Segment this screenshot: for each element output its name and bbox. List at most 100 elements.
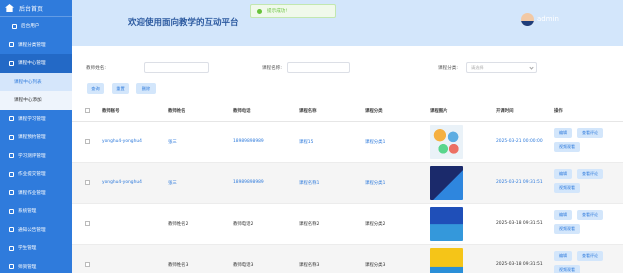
column-header: 教师电话 <box>233 109 251 114</box>
success-toast: 提示成功! <box>250 4 336 18</box>
edit-button[interactable]: 编辑 <box>554 169 572 179</box>
sidebar-item-evaluation[interactable]: 学习测评管理 <box>0 147 72 166</box>
search-panel: 教师姓名: 课程名称: 课程分类: 请选择 查询 重置 删除 <box>72 46 623 100</box>
sidebar-item-course-center[interactable]: 课程中心管理 <box>0 54 72 73</box>
sidebar-item-label: 课程作业管理 <box>18 190 46 196</box>
sidebar-subitem-course-list[interactable]: 课程中心列表 <box>0 72 72 91</box>
cell-teacher-name: 张三 <box>168 140 177 145</box>
app-root: 后台首页 后台用户 课程分类管理 课程中心管理 课程中心列表 课程中心添加 课程… <box>0 0 623 273</box>
query-button[interactable]: 查询 <box>87 83 104 94</box>
view-review-button[interactable]: 查看评论 <box>577 210 603 220</box>
sidebar-item-label: 课程中心管理 <box>18 61 46 67</box>
row-checkbox[interactable] <box>85 180 90 185</box>
course-image <box>430 248 463 273</box>
cell-start-time: 2025-03-21 09:31:51 <box>496 180 543 185</box>
sidebar-item-label: 学生管理 <box>18 246 37 252</box>
table-row: 教师姓名2 教师电话2 课程名称2 课程分类2 2025-03-18 09:31… <box>72 204 623 245</box>
course-image <box>430 207 463 241</box>
column-header: 开课时间 <box>496 109 514 114</box>
username[interactable]: admin <box>537 15 559 23</box>
course-image <box>430 125 463 159</box>
row-checkbox[interactable] <box>85 139 90 144</box>
table-row: 教师姓名3 教师电话3 课程名称3 课程分类3 2025-03-18 09:31… <box>72 245 623 273</box>
edit-button[interactable]: 编辑 <box>554 210 572 220</box>
edit-button[interactable]: 编辑 <box>554 128 572 138</box>
menu-icon <box>9 264 14 270</box>
category-placeholder: 请选择 <box>471 64 484 70</box>
sidebar-item-course-booking[interactable]: 课程预约管理 <box>0 128 72 147</box>
view-detail-button[interactable]: 视频观看 <box>554 183 580 193</box>
cell-phone: 教师电话2 <box>233 222 254 227</box>
course-name-label: 课程名称: <box>262 66 282 71</box>
teacher-name-input[interactable] <box>144 62 209 73</box>
column-header: 课程分类 <box>365 109 383 114</box>
cell-course-name: 课程15 <box>299 140 314 145</box>
category-select[interactable]: 请选择 <box>466 62 537 73</box>
view-detail-button[interactable]: 视频观看 <box>554 142 580 152</box>
category-label: 课程分类: <box>438 66 458 71</box>
sidebar-item-label: 通知公告管理 <box>18 227 46 233</box>
table-header: 教师账号 教师姓名 教师电话 课程名称 课程分类 课程图片 开课时间 操作 <box>72 100 623 122</box>
menu-icon <box>9 42 14 48</box>
sidebar-item-course-category[interactable]: 课程分类管理 <box>0 36 72 55</box>
sidebar-item-label: 师资管理 <box>18 264 37 270</box>
view-detail-button[interactable]: 视频观看 <box>554 265 580 273</box>
row-checkbox[interactable] <box>85 221 90 226</box>
sidebar-home-label: 后台首页 <box>19 5 44 13</box>
course-image <box>430 166 463 200</box>
cell-teacher-name: 教师姓名3 <box>168 263 189 268</box>
cell-phone: 教师电话3 <box>233 263 254 268</box>
sidebar-item-teachers[interactable]: 师资管理 <box>0 258 72 273</box>
view-review-button[interactable]: 查看评论 <box>577 128 603 138</box>
menu-icon <box>9 153 14 159</box>
check-circle-icon <box>257 8 262 14</box>
sidebar-item-system[interactable]: 系统管理 <box>0 202 72 221</box>
view-review-button[interactable]: 查看评论 <box>577 169 603 179</box>
sidebar-item-course-homework[interactable]: 课程作业管理 <box>0 184 72 203</box>
sidebar-item-label: 课程中心列表 <box>14 79 42 85</box>
cell-category: 课程分类1 <box>365 140 386 145</box>
course-name-input[interactable] <box>287 62 350 73</box>
sidebar-item-label: 学习测评管理 <box>18 153 46 159</box>
cell-teacher-name: 教师姓名2 <box>168 222 189 227</box>
sidebar-home[interactable]: 后台首页 <box>0 0 72 17</box>
sidebar-item-homework-submit[interactable]: 作业提交管理 <box>0 165 72 184</box>
column-header: 教师姓名 <box>168 109 186 114</box>
table-row: yonghu4-yonghu4 张三 18989898989 课程15 课程分类… <box>72 122 623 163</box>
column-header: 课程图片 <box>430 109 448 114</box>
menu-icon <box>9 171 14 177</box>
course-table: 教师账号 教师姓名 教师电话 课程名称 课程分类 课程图片 开课时间 操作 yo… <box>72 100 623 273</box>
cell-account: yonghu4-yonghu4 <box>102 180 142 185</box>
menu-icon <box>9 190 14 196</box>
delete-button[interactable]: 删除 <box>136 83 156 94</box>
sidebar-item-notice[interactable]: 通知公告管理 <box>0 221 72 240</box>
view-review-button[interactable]: 查看评论 <box>577 251 603 261</box>
cell-phone: 18989898989 <box>233 139 264 144</box>
sidebar-item-label: 课程中心添加 <box>14 98 42 104</box>
avatar[interactable] <box>521 13 534 26</box>
cell-start-time: 2025-03-18 09:31:51 <box>496 221 543 226</box>
cell-teacher-name: 张三 <box>168 181 177 186</box>
sidebar-item-course-study[interactable]: 课程学习管理 <box>0 110 72 129</box>
column-header: 教师账号 <box>102 109 120 114</box>
menu-icon <box>9 227 14 233</box>
column-header: 操作 <box>554 109 563 114</box>
reset-button[interactable]: 重置 <box>112 83 129 94</box>
page-title: 欢迎使用面向教学的互动平台 <box>128 18 239 28</box>
view-detail-button[interactable]: 视频观看 <box>554 224 580 234</box>
sidebar-item-label: 课程学习管理 <box>18 116 46 122</box>
menu-icon <box>9 134 14 140</box>
column-header: 课程名称 <box>299 109 317 114</box>
select-all-checkbox[interactable] <box>85 108 90 113</box>
menu-icon <box>9 60 14 66</box>
menu-icon <box>9 116 14 122</box>
sidebar-subitem-course-add[interactable]: 课程中心添加 <box>0 91 72 110</box>
menu-icon <box>9 245 14 251</box>
edit-button[interactable]: 编辑 <box>554 251 572 261</box>
toast-text: 提示成功! <box>267 9 288 14</box>
row-checkbox[interactable] <box>85 262 90 267</box>
cell-category: 课程分类2 <box>365 222 386 227</box>
sidebar-item-admin-users[interactable]: 后台用户 <box>0 17 72 36</box>
cell-phone: 18989898989 <box>233 180 264 185</box>
sidebar-item-students[interactable]: 学生管理 <box>0 239 72 258</box>
